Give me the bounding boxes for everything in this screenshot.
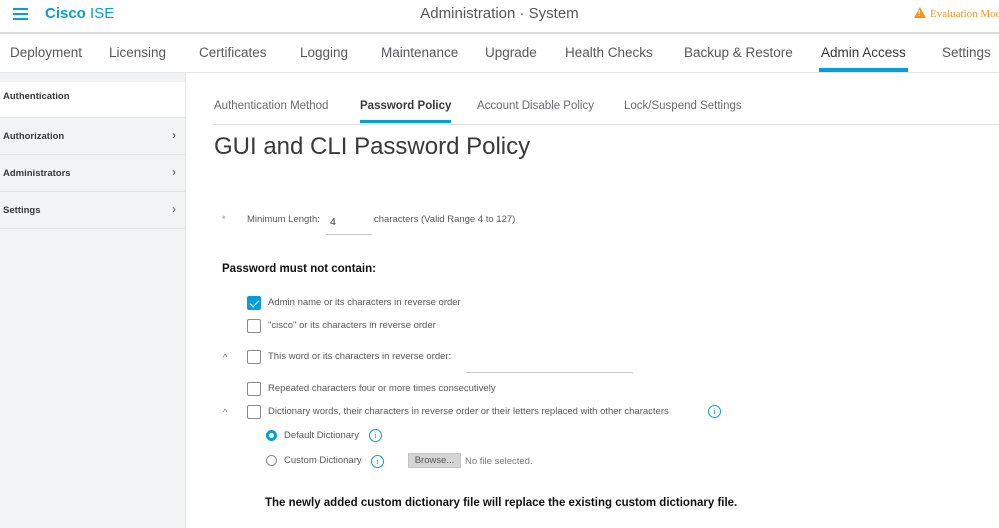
tab-upgrade[interactable]: Upgrade: [485, 45, 537, 60]
subtab-lock-suspend-settings[interactable]: Lock/Suspend Settings: [624, 100, 742, 112]
evaluation-notice[interactable]: Evaluation Mode 7: [914, 6, 999, 20]
dictionary-words-checkbox[interactable]: [247, 405, 261, 419]
sidebar-item-authentication[interactable]: Authentication: [0, 82, 185, 118]
custom-word-label: This word or its characters in reverse o…: [268, 351, 452, 362]
tab-maintenance[interactable]: Maintenance: [381, 45, 458, 60]
custom-dictionary-label: Custom Dictionary: [284, 455, 362, 466]
info-icon[interactable]: i: [371, 455, 384, 468]
browse-button[interactable]: Browse...: [408, 453, 461, 468]
custom-dictionary-note: The newly added custom dictionary file w…: [265, 497, 738, 509]
caret-marker: ^: [223, 352, 228, 362]
subtab-password-policy[interactable]: Password Policy: [360, 100, 452, 123]
page-title: GUI and CLI Password Policy: [214, 133, 531, 160]
caret-marker: ^: [223, 407, 228, 417]
admin-name-label: Admin name or its characters in reverse …: [268, 297, 461, 308]
tab-settings[interactable]: Settings: [942, 45, 991, 60]
minimum-length-hint: characters (Valid Range 4 to 127): [374, 214, 516, 225]
sidebar-item-label: Authorization: [3, 131, 65, 142]
sidebar-item-label: Authentication: [3, 91, 70, 102]
cisco-word-label: "cisco" or its characters in reverse ord…: [268, 320, 436, 331]
repeated-characters-checkbox[interactable]: [247, 382, 261, 396]
minimum-length-label: Minimum Length:: [247, 214, 320, 225]
default-dictionary-label: Default Dictionary: [284, 430, 359, 441]
tab-deployment[interactable]: Deployment: [10, 45, 82, 60]
must-not-contain-heading: Password must not contain:: [222, 263, 376, 275]
sub-tab-bar: Authentication Method Password Policy Ac…: [213, 88, 999, 125]
minimum-length-input[interactable]: [326, 210, 372, 235]
info-icon[interactable]: i: [708, 405, 721, 418]
tab-licensing[interactable]: Licensing: [109, 45, 166, 60]
evaluation-text: Evaluation Mode 7: [930, 8, 999, 20]
required-marker: *: [222, 214, 226, 225]
chevron-right-icon: ›: [172, 202, 176, 216]
sidebar-item-label: Settings: [3, 205, 41, 216]
warning-triangle-icon: [914, 7, 926, 18]
file-status: No file selected.: [465, 456, 533, 467]
sidebar-item-authorization[interactable]: Authorization ›: [0, 118, 185, 155]
tab-health-checks[interactable]: Health Checks: [565, 45, 653, 60]
default-dictionary-radio[interactable]: [266, 430, 277, 441]
info-icon[interactable]: i: [369, 429, 382, 442]
sidebar: Authentication Authorization › Administr…: [0, 73, 186, 528]
subtab-account-disable-policy[interactable]: Account Disable Policy: [477, 100, 594, 112]
repeated-characters-label: Repeated characters four or more times c…: [268, 383, 496, 394]
chevron-right-icon: ›: [172, 128, 176, 142]
tab-admin-access[interactable]: Admin Access: [819, 45, 908, 72]
sidebar-item-administrators[interactable]: Administrators ›: [0, 155, 185, 192]
custom-word-input[interactable]: [466, 358, 633, 373]
custom-word-checkbox[interactable]: [247, 350, 261, 364]
cisco-word-checkbox[interactable]: [247, 319, 261, 333]
app-header: Cisco ISE Administration · System Evalua…: [0, 0, 999, 34]
sidebar-item-label: Administrators: [3, 168, 71, 179]
sidebar-item-settings[interactable]: Settings ›: [0, 192, 185, 229]
dictionary-words-label: Dictionary words, their characters in re…: [268, 406, 669, 417]
subtab-authentication-method[interactable]: Authentication Method: [214, 100, 328, 112]
tab-certificates[interactable]: Certificates: [199, 45, 267, 60]
top-tab-bar: Deployment Licensing Certificates Loggin…: [0, 36, 999, 73]
tab-backup-restore[interactable]: Backup & Restore: [684, 45, 793, 60]
chevron-right-icon: ›: [172, 165, 176, 179]
custom-dictionary-radio[interactable]: [266, 455, 277, 466]
page-heading: Administration · System: [420, 5, 579, 22]
admin-name-checkbox[interactable]: [247, 296, 261, 310]
tab-logging[interactable]: Logging: [300, 45, 348, 60]
